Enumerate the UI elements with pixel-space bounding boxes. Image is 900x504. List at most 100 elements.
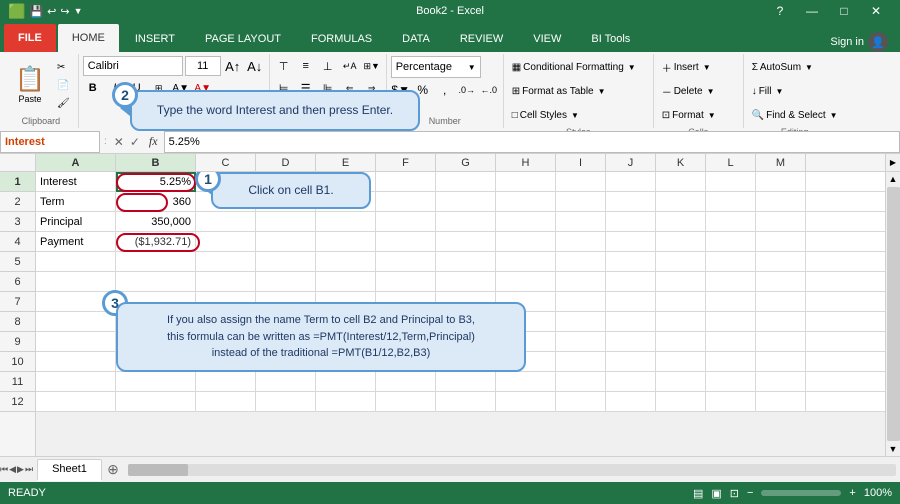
tab-home[interactable]: HOME (58, 24, 119, 52)
font-size-input[interactable] (185, 56, 221, 76)
row-12[interactable]: 12 (0, 392, 35, 412)
cell-f1[interactable] (376, 172, 436, 192)
cell-l5[interactable] (706, 252, 756, 272)
bold-button[interactable]: B (83, 78, 103, 98)
cell-b11[interactable] (116, 372, 196, 392)
cell-k2[interactable] (656, 192, 706, 212)
cell-g6[interactable] (436, 272, 496, 292)
col-header-k[interactable]: K (656, 154, 706, 171)
cell-h6[interactable] (496, 272, 556, 292)
scroll-thumb[interactable] (887, 187, 900, 441)
cell-l4[interactable] (706, 232, 756, 252)
cell-j2[interactable] (606, 192, 656, 212)
comma-btn[interactable]: , (435, 80, 455, 100)
tab-data[interactable]: DATA (388, 26, 444, 52)
cell-c5[interactable] (196, 252, 256, 272)
number-format-dropdown[interactable]: Percentage ▼ (391, 56, 481, 78)
cell-a8[interactable] (36, 312, 116, 332)
cell-g11[interactable] (436, 372, 496, 392)
cell-g5[interactable] (436, 252, 496, 272)
col-header-d[interactable]: D (256, 154, 316, 171)
cell-m12[interactable] (756, 392, 806, 412)
align-bottom-btn[interactable]: ⊥ (318, 56, 338, 76)
row-8[interactable]: 8 (0, 312, 35, 332)
help-btn[interactable]: ? (764, 0, 796, 22)
cell-d12[interactable] (256, 392, 316, 412)
sign-in[interactable]: Sign in 👤 (830, 32, 896, 52)
increase-font-btn[interactable]: A↑ (223, 56, 243, 76)
cell-j3[interactable] (606, 212, 656, 232)
cell-l7[interactable] (706, 292, 756, 312)
row-1[interactable]: 1 (0, 172, 35, 192)
quick-save[interactable]: 💾 (29, 5, 43, 18)
cell-k3[interactable] (656, 212, 706, 232)
insert-btn[interactable]: ＋ Insert ▼ (658, 56, 739, 78)
cell-l11[interactable] (706, 372, 756, 392)
cell-k8[interactable] (656, 312, 706, 332)
row-4[interactable]: 4 (0, 232, 35, 252)
col-header-b[interactable]: B (116, 154, 196, 171)
col-header-f[interactable]: F (376, 154, 436, 171)
cell-f12[interactable] (376, 392, 436, 412)
cell-m7[interactable] (756, 292, 806, 312)
row-10[interactable]: 10 (0, 352, 35, 372)
cell-e12[interactable] (316, 392, 376, 412)
wrap-text-btn[interactable]: ↵A (340, 56, 360, 76)
row-2[interactable]: 2 (0, 192, 35, 212)
cell-l12[interactable] (706, 392, 756, 412)
minimize-btn[interactable]: — (796, 0, 828, 22)
cell-c3[interactable] (196, 212, 256, 232)
sheet-prev-first[interactable]: ⏮ (0, 464, 8, 475)
cell-l8[interactable] (706, 312, 756, 332)
align-middle-btn[interactable]: ≡ (296, 56, 316, 76)
cell-m1[interactable] (756, 172, 806, 192)
cell-g2[interactable] (436, 192, 496, 212)
tab-file[interactable]: FILE (4, 24, 56, 52)
decrease-font-btn[interactable]: A↓ (245, 56, 265, 76)
scroll-down-btn[interactable]: ▼ (887, 442, 900, 456)
tab-bi-tools[interactable]: BI Tools (577, 26, 644, 52)
dec-decrease-btn[interactable]: .0→ (457, 80, 477, 100)
cell-l10[interactable] (706, 352, 756, 372)
cell-d4[interactable] (256, 232, 316, 252)
cell-c12[interactable] (196, 392, 256, 412)
cell-k4[interactable] (656, 232, 706, 252)
col-header-i[interactable]: I (556, 154, 606, 171)
autosum-btn[interactable]: Σ AutoSum ▼ (748, 56, 842, 78)
cell-k12[interactable] (656, 392, 706, 412)
cell-d6[interactable] (256, 272, 316, 292)
cell-j12[interactable] (606, 392, 656, 412)
tab-page-layout[interactable]: PAGE LAYOUT (191, 26, 295, 52)
vertical-scrollbar[interactable]: ▲ ▼ (885, 172, 900, 456)
cell-a6[interactable] (36, 272, 116, 292)
cell-i4[interactable] (556, 232, 606, 252)
view-preview-icon[interactable]: ⊡ (730, 487, 739, 500)
cell-m2[interactable] (756, 192, 806, 212)
cell-b4[interactable]: ($1,932.71) (116, 232, 196, 252)
cell-k7[interactable] (656, 292, 706, 312)
cell-j1[interactable] (606, 172, 656, 192)
cell-l9[interactable] (706, 332, 756, 352)
cell-h11[interactable] (496, 372, 556, 392)
dec-increase-btn[interactable]: ←.0 (479, 80, 499, 100)
cell-k5[interactable] (656, 252, 706, 272)
cell-b3[interactable]: 350,000 (116, 212, 196, 232)
cell-i5[interactable] (556, 252, 606, 272)
cell-a1[interactable]: Interest (36, 172, 116, 192)
cell-k10[interactable] (656, 352, 706, 372)
cell-i12[interactable] (556, 392, 606, 412)
row-7[interactable]: 7 (0, 292, 35, 312)
tab-review[interactable]: REVIEW (446, 26, 517, 52)
cell-j7[interactable] (606, 292, 656, 312)
cell-a3[interactable]: Principal (36, 212, 116, 232)
find-select-btn[interactable]: 🔍 Find & Select ▼ (748, 104, 842, 126)
name-box[interactable]: Interest (0, 131, 100, 153)
cell-k9[interactable] (656, 332, 706, 352)
cell-e5[interactable] (316, 252, 376, 272)
view-normal-icon[interactable]: ▤ (693, 487, 703, 500)
row-11[interactable]: 11 (0, 372, 35, 392)
scroll-up-btn[interactable]: ▲ (887, 172, 900, 186)
cell-a2[interactable]: Term (36, 192, 116, 212)
cell-a5[interactable] (36, 252, 116, 272)
sheet-next[interactable]: ▶ (17, 464, 24, 475)
